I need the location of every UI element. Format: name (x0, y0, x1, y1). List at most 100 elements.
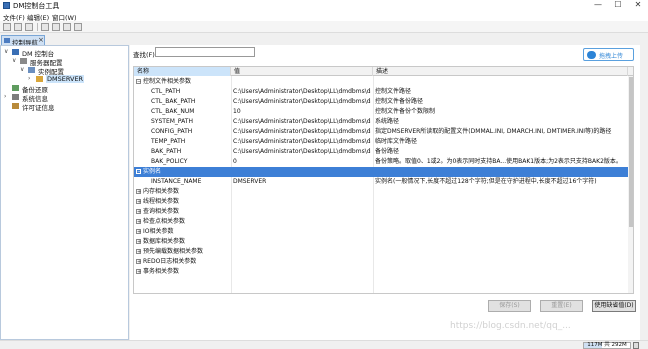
table-header: 名称 值 描述 (134, 67, 633, 76)
param-description: 控制文件备份路径 (375, 98, 424, 105)
expand-icon[interactable]: + (136, 229, 141, 235)
param-description: 系统路径 (375, 118, 400, 125)
instance-icon (28, 67, 35, 73)
copy-icon[interactable] (52, 23, 60, 31)
column-header-description[interactable]: 描述 (373, 67, 628, 76)
collapse-icon[interactable]: − (136, 169, 141, 175)
table-group-row[interactable]: + IO相关参数 (134, 227, 628, 237)
expand-icon[interactable]: + (136, 189, 141, 195)
table-row[interactable]: CONFIG_PATH C:\Users\Administrator\Deskto… (134, 127, 628, 137)
param-description: 实例名(一般情况下,长度不超过128个字符;但是在守护进程中,长度不超过16个字… (375, 178, 597, 185)
table-group-row[interactable]: + REDO日志相关参数 (134, 257, 628, 267)
table-row[interactable]: SYSTEM_PATH C:\Users\Administrator\Deskto… (134, 117, 628, 127)
upload-button[interactable]: 拖拽上传 (583, 48, 634, 61)
param-value[interactable]: C:\Users\Administrator\Desktop\LL\dmdbms… (233, 137, 371, 147)
param-name: TEMP_PATH (151, 138, 186, 145)
group-name: 检查点相关参数 (143, 218, 186, 225)
expand-icon[interactable]: + (136, 219, 141, 225)
expand-icon[interactable]: + (136, 239, 141, 245)
chevron-down-icon[interactable]: ∨ (12, 57, 16, 64)
param-value[interactable]: 10 (233, 107, 371, 117)
expand-icon[interactable]: + (136, 269, 141, 275)
param-value[interactable]: C:\Users\Administrator\Desktop\LL\dmdbms… (233, 87, 371, 97)
save-icon[interactable] (14, 23, 22, 31)
table-row[interactable]: BAK_POLICY 0 备份策略。取值0、1或2。为0表示同时支持BA...使用B… (134, 157, 628, 167)
cloud-upload-icon (587, 51, 596, 59)
garbage-collect-icon[interactable] (633, 342, 639, 349)
expand-icon[interactable]: + (136, 259, 141, 265)
param-value[interactable]: C:\Users\Administrator\Desktop\LL\dmdbms… (233, 127, 371, 137)
title-bar: DM控制台工具 — ☐ ✕ (0, 0, 648, 11)
parameter-panel: 查找(F): 拖拽上传 名称 值 描述 − 控制文件相关参数 CTL_PATH C:\… (130, 45, 640, 340)
table-group-row[interactable]: + 检查点相关参数 (134, 217, 628, 227)
param-value[interactable]: DMSERVER (233, 177, 371, 187)
param-value[interactable]: C:\Users\Administrator\Desktop\LL\dmdbms… (233, 97, 371, 107)
param-description: 备份策略。取值0、1或2。为0表示同时支持BA...使用BAK1版本;为2表示只… (375, 158, 622, 165)
expand-icon[interactable]: + (136, 249, 141, 255)
new-icon[interactable] (3, 23, 11, 31)
column-header-name[interactable]: 名称 (134, 67, 231, 76)
reset-button[interactable]: 重置(E) (540, 300, 583, 312)
table-group-row[interactable]: + 事务相关参数 (134, 267, 628, 277)
group-name: 控制文件相关参数 (143, 78, 192, 85)
group-name: 事务相关参数 (143, 268, 180, 275)
table-group-row[interactable]: + 内存相关参数 (134, 187, 628, 197)
close-button[interactable]: ✕ (628, 0, 648, 11)
watermark: https://blog.csdn.net/qq_... (450, 321, 571, 331)
database-icon (36, 76, 43, 82)
chevron-right-icon[interactable]: › (4, 93, 6, 100)
param-description: 控制文件路径 (375, 88, 412, 95)
table-row[interactable]: BAK_PATH C:\Users\Administrator\Desktop\L… (134, 147, 628, 157)
save-button[interactable]: 保存(S) (488, 300, 531, 312)
table-group-row[interactable]: + 预先编载数据相关参数 (134, 247, 628, 257)
memory-text: 117M 共 292M (587, 342, 627, 348)
use-defaults-button[interactable]: 使用缺省值(D) (592, 300, 636, 312)
table-row[interactable]: TEMP_PATH C:\Users\Administrator\Desktop\… (134, 137, 628, 147)
table-row[interactable]: CTL_BAK_PATH C:\Users\Administrator\Deskt… (134, 97, 628, 107)
console-icon (12, 49, 19, 55)
tab-control-navigation[interactable]: 控制导航 × (1, 35, 45, 47)
chevron-right-icon[interactable]: › (28, 75, 30, 82)
expand-icon[interactable]: + (136, 209, 141, 215)
group-name: 实例名 (143, 168, 162, 175)
table-row[interactable]: CTL_BAK_NUM 10 控制文件备份个数限制 (134, 107, 628, 117)
delete-icon[interactable] (74, 23, 82, 31)
minimize-button[interactable]: — (588, 0, 608, 11)
paste-icon[interactable] (63, 23, 71, 31)
table-group-row[interactable]: + 数据库相关参数 (134, 237, 628, 247)
param-value[interactable]: 0 (233, 157, 371, 167)
table-group-row[interactable]: − 实例名 (134, 167, 628, 177)
chevron-down-icon[interactable]: ∨ (20, 66, 24, 73)
expand-icon[interactable]: + (136, 199, 141, 205)
param-name: BAK_PATH (151, 148, 182, 155)
app-icon (3, 2, 10, 9)
save-all-icon[interactable] (25, 23, 33, 31)
memory-indicator[interactable]: 117M 共 292M (583, 342, 631, 349)
scrollbar-thumb[interactable] (629, 77, 633, 227)
param-name: CTL_BAK_PATH (151, 98, 196, 105)
param-description: 指定DMSERVER所读取的配置文件(DMMAL.INI, DMARCH.INI… (375, 128, 612, 135)
group-name: REDO日志相关参数 (143, 258, 197, 265)
param-name: SYSTEM_PATH (151, 118, 193, 125)
param-value[interactable]: C:\Users\Administrator\Desktop\LL\dmdbms… (233, 117, 371, 127)
search-input[interactable] (155, 47, 255, 57)
table-group-row[interactable]: + 线程相关参数 (134, 197, 628, 207)
maximize-button[interactable]: ☐ (608, 0, 628, 11)
close-tab-icon[interactable]: × (38, 36, 44, 44)
group-name: 线程相关参数 (143, 198, 180, 205)
chevron-down-icon[interactable]: ∨ (4, 48, 8, 55)
cut-icon[interactable] (41, 23, 49, 31)
param-description: 临时库文件路径 (375, 138, 418, 145)
column-header-value[interactable]: 值 (231, 67, 373, 76)
app-window: DM控制台工具 — ☐ ✕ 文件(F) 编辑(E) 窗口(W) 控制导航 × ∨… (0, 0, 648, 349)
param-name: CTL_BAK_NUM (151, 108, 195, 115)
menu-bar: 文件(F) 编辑(E) 窗口(W) (0, 11, 648, 22)
table-row[interactable]: INSTANCE_NAME DMSERVER 实例名(一般情况下,长度不超过128个… (134, 177, 628, 187)
table-row[interactable]: CTL_PATH C:\Users\Administrator\Desktop\L… (134, 87, 628, 97)
table-group-row[interactable]: − 控制文件相关参数 (134, 77, 628, 87)
param-value[interactable]: C:\Users\Administrator\Desktop\LL\dmdbms… (233, 147, 371, 157)
table-group-row[interactable]: + 查询相关参数 (134, 207, 628, 217)
group-name: 查询相关参数 (143, 208, 180, 215)
navigation-icon (4, 38, 10, 43)
collapse-icon[interactable]: − (136, 79, 141, 85)
